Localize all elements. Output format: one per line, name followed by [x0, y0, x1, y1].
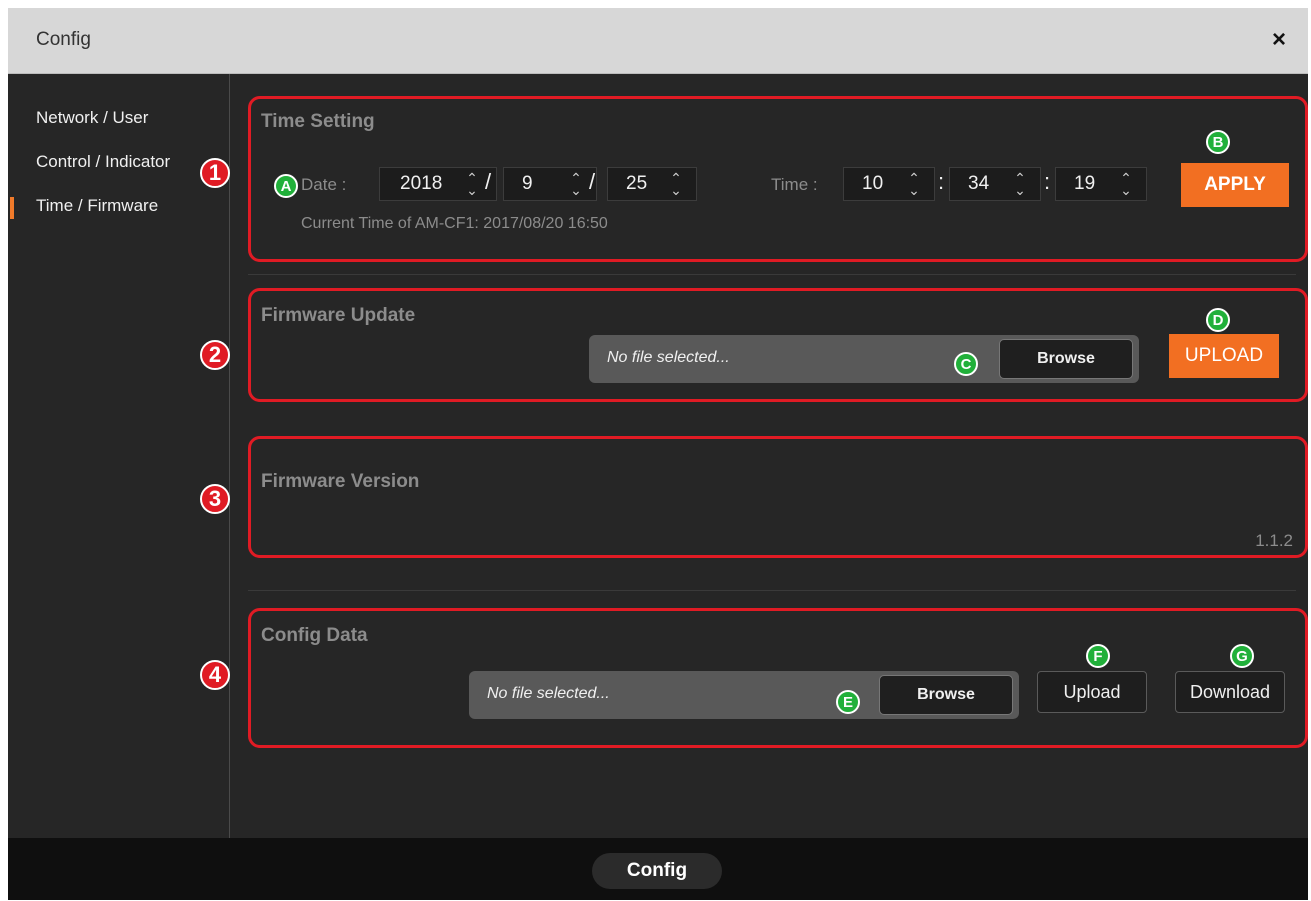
- current-time-text: Current Time of AM-CF1: 2017/08/20 16:50: [301, 215, 608, 232]
- config-file-picker[interactable]: No file selected... Browse: [469, 671, 1019, 719]
- firmware-browse-button[interactable]: Browse: [999, 339, 1133, 379]
- close-icon[interactable]: ×: [1272, 26, 1286, 54]
- section-divider: [248, 274, 1296, 275]
- config-data-title: Config Data: [261, 625, 368, 646]
- callout-b: B: [1206, 130, 1230, 154]
- day-field[interactable]: 25 ⌃ ⌄: [607, 167, 697, 201]
- sidebar-item-control-indicator[interactable]: Control / Indicator: [36, 152, 204, 172]
- firmware-update-section: Firmware Update No file selected... Brow…: [248, 288, 1308, 402]
- callout-a: A: [274, 174, 298, 198]
- minute-value: 34: [968, 173, 990, 194]
- upload-config-button[interactable]: Upload: [1037, 671, 1147, 713]
- year-field[interactable]: 2018 ⌃ ⌄: [379, 167, 497, 201]
- month-field[interactable]: 9 ⌃ ⌄: [503, 167, 597, 201]
- callout-3: 3: [200, 484, 230, 514]
- time-separator: :: [938, 169, 945, 194]
- minute-spinner-down-icon[interactable]: ⌄: [1014, 183, 1026, 197]
- apply-button[interactable]: APPLY: [1181, 163, 1289, 207]
- firmware-file-placeholder: No file selected...: [607, 349, 730, 366]
- time-separator: :: [1044, 169, 1051, 194]
- sidebar-item-time-firmware[interactable]: Time / Firmware: [36, 196, 226, 216]
- callout-e: E: [836, 690, 860, 714]
- year-spinner-down-icon[interactable]: ⌄: [466, 183, 478, 197]
- day-value: 25: [626, 173, 648, 194]
- config-file-placeholder: No file selected...: [487, 685, 610, 702]
- date-separator: /: [485, 169, 492, 194]
- date-separator: /: [589, 169, 596, 194]
- time-setting-section: Time Setting Date : 2018 ⌃ ⌄ / 9 ⌃ ⌄ / 2…: [248, 96, 1308, 262]
- config-data-section: Config Data No file selected... Browse U…: [248, 608, 1308, 748]
- date-label: Date :: [301, 175, 347, 194]
- day-spinner-down-icon[interactable]: ⌄: [670, 183, 682, 197]
- month-value: 9: [522, 173, 533, 194]
- section-divider: [248, 590, 1296, 591]
- time-label: Time :: [771, 175, 818, 194]
- config-pill-button[interactable]: Config: [592, 853, 722, 889]
- callout-d: D: [1206, 308, 1230, 332]
- firmware-update-title: Firmware Update: [261, 305, 416, 326]
- callout-g: G: [1230, 644, 1254, 668]
- config-browse-button[interactable]: Browse: [879, 675, 1013, 715]
- callout-4: 4: [200, 660, 230, 690]
- sidebar-item-network-user[interactable]: Network / User: [36, 108, 226, 128]
- callout-1: 1: [200, 158, 230, 188]
- main-panel: Time Setting Date : 2018 ⌃ ⌄ / 9 ⌃ ⌄ / 2…: [200, 74, 1308, 838]
- callout-c: C: [954, 352, 978, 376]
- month-spinner-down-icon[interactable]: ⌄: [570, 183, 582, 197]
- second-spinner-down-icon[interactable]: ⌄: [1120, 183, 1132, 197]
- hour-field[interactable]: 10 ⌃ ⌄: [843, 167, 935, 201]
- active-indicator: [10, 197, 14, 219]
- minute-field[interactable]: 34 ⌃ ⌄: [949, 167, 1041, 201]
- firmware-version-section: Firmware Version 1.1.2: [248, 436, 1308, 558]
- hour-spinner-down-icon[interactable]: ⌄: [908, 183, 920, 197]
- firmware-version-title: Firmware Version: [261, 471, 420, 492]
- upload-firmware-button[interactable]: UPLOAD: [1169, 334, 1279, 378]
- time-setting-title: Time Setting: [261, 111, 375, 132]
- firmware-file-picker[interactable]: No file selected... Browse: [589, 335, 1139, 383]
- config-window: Config × Network / User Control / Indica…: [8, 8, 1308, 900]
- download-config-button[interactable]: Download: [1175, 671, 1285, 713]
- second-value: 19: [1074, 173, 1096, 194]
- callout-2: 2: [200, 340, 230, 370]
- window-title: Config: [36, 29, 91, 50]
- firmware-version-value: 1.1.2: [1255, 531, 1293, 550]
- second-field[interactable]: 19 ⌃ ⌄: [1055, 167, 1147, 201]
- sidebar: Network / User Control / Indicator Time …: [8, 74, 230, 838]
- year-value: 2018: [400, 173, 443, 194]
- title-bar: Config ×: [8, 8, 1308, 74]
- hour-value: 10: [862, 173, 884, 194]
- callout-f: F: [1086, 644, 1110, 668]
- bottom-bar: Config: [8, 838, 1308, 900]
